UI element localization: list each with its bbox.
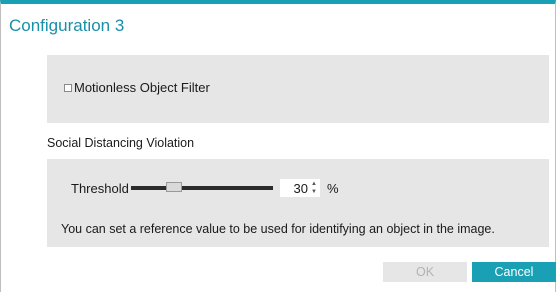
threshold-value: 30 [293,181,308,196]
dialog-title: Configuration 3 [9,16,125,35]
chevron-down-icon[interactable]: ▼ [310,188,318,196]
threshold-row: Threshold 30 ▲ ▼ % [71,179,511,197]
threshold-unit: % [327,181,339,196]
configuration-dialog: Configuration 3 Motionless Object Filter… [0,0,556,292]
threshold-spinbox[interactable]: 30 ▲ ▼ [280,179,320,197]
threshold-slider-track [131,186,273,190]
threshold-label: Threshold [71,181,129,196]
cancel-button[interactable]: Cancel [472,262,556,282]
social-distancing-panel: Threshold 30 ▲ ▼ % You can set a referen… [47,159,549,247]
chevron-up-icon[interactable]: ▲ [310,180,318,188]
threshold-slider-thumb[interactable] [165,182,182,192]
motionless-object-filter-checkbox[interactable] [64,83,72,92]
motionless-object-filter-label: Motionless Object Filter [74,80,210,95]
threshold-slider[interactable] [131,182,273,194]
ok-button[interactable]: OK [383,262,467,282]
social-distancing-section-label: Social Distancing Violation [47,136,195,150]
motionless-filter-panel: Motionless Object Filter [47,55,549,123]
motionless-object-filter-option[interactable]: Motionless Object Filter [64,80,210,95]
threshold-hint-text: You can set a reference value to be used… [61,222,495,236]
threshold-spin-arrows: ▲ ▼ [310,180,318,196]
